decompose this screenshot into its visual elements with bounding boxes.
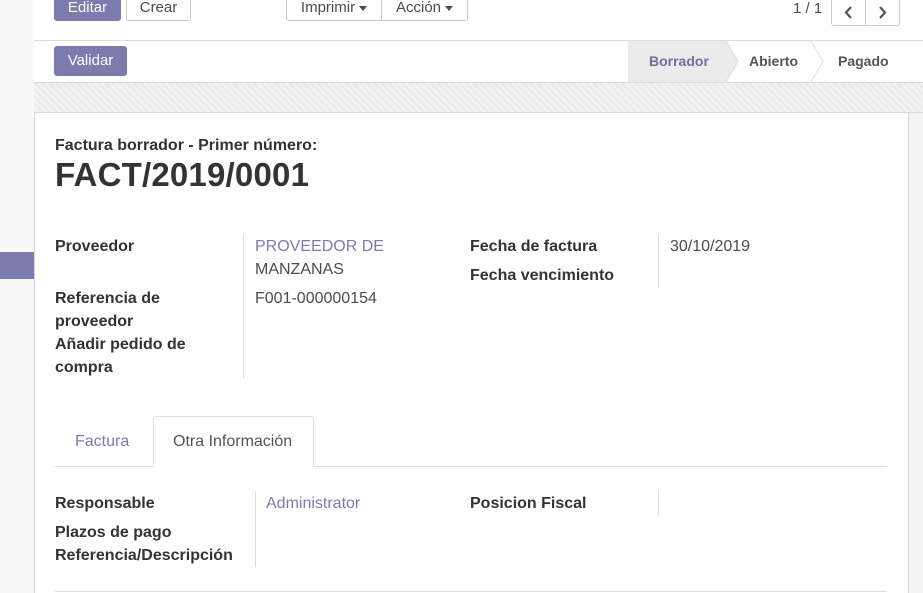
tab-factura[interactable]: Factura xyxy=(75,430,129,453)
pager-next-button[interactable] xyxy=(865,0,900,26)
pager-value[interactable]: 1 / 1 xyxy=(793,0,822,17)
control-panel: Editar Crear Imprimir Acción 1 / 1 xyxy=(34,0,923,41)
invoice-date-label: Fecha de factura xyxy=(470,238,598,255)
reference-description-label: Referencia/Descripción xyxy=(55,547,233,564)
stage-indicator: Borrador Abierto Pagado xyxy=(628,41,923,82)
stage-separator-icon xyxy=(726,41,739,82)
responsible-link[interactable]: Administrator xyxy=(266,492,360,515)
vendor-link[interactable]: PROVEEDOR DE xyxy=(255,235,384,258)
status-bar: Validar Borrador Abierto Pagado xyxy=(34,41,923,83)
chevron-right-icon xyxy=(879,6,887,19)
vendor-reference-label: Referencia de proveedor xyxy=(55,287,160,333)
caret-down-icon xyxy=(359,5,368,11)
print-dropdown-button[interactable]: Imprimir xyxy=(286,0,382,21)
chevron-left-icon xyxy=(844,6,852,19)
field-divider xyxy=(243,234,244,379)
add-purchase-order-label: Añadir pedido de compra xyxy=(55,333,186,379)
invoice-subtitle: Factura borrador - Primer número: xyxy=(55,137,318,154)
print-label: Imprimir xyxy=(300,0,356,16)
sheet-background xyxy=(34,83,923,113)
left-sidebar xyxy=(0,0,34,593)
action-label: Acción xyxy=(395,0,442,16)
section-divider xyxy=(55,591,887,592)
field-divider xyxy=(658,234,659,288)
payment-terms-label: Plazos de pago xyxy=(55,524,172,541)
tab-otra-informacion-label: Otra Información xyxy=(173,433,293,450)
vendor-reference-label-line2: proveedor xyxy=(55,313,134,330)
vendor-name-line1: PROVEEDOR DE xyxy=(255,238,384,255)
action-dropdown-button[interactable]: Acción xyxy=(381,0,468,21)
add-purchase-order-label-line2: compra xyxy=(55,359,113,376)
vendor-name-line2: MANZANAS xyxy=(255,261,344,278)
due-date-label: Fecha vencimiento xyxy=(470,267,615,284)
pager-previous-button[interactable] xyxy=(831,0,866,26)
field-divider xyxy=(658,491,659,516)
stage-borrador[interactable]: Borrador xyxy=(628,41,726,82)
validate-button[interactable]: Validar xyxy=(54,46,127,76)
edit-button[interactable]: Editar xyxy=(54,0,121,21)
field-divider xyxy=(255,491,256,567)
responsible-label: Responsable xyxy=(55,495,155,512)
right-gutter xyxy=(909,113,923,593)
vendor-label: Proveedor xyxy=(55,238,135,255)
create-button[interactable]: Crear xyxy=(126,0,191,21)
invoice-number: FACT/2019/0001 xyxy=(55,156,310,193)
tab-otra-informacion[interactable]: Otra Información xyxy=(153,416,314,467)
caret-down-icon xyxy=(445,5,454,11)
stage-abierto[interactable]: Abierto xyxy=(749,41,819,82)
sidebar-active-marker[interactable] xyxy=(0,252,34,279)
vendor-reference-value[interactable]: F001-000000154 xyxy=(255,287,377,310)
vendor-reference-label-line1: Referencia de xyxy=(55,290,160,307)
add-purchase-order-label-line1: Añadir pedido de xyxy=(55,336,186,353)
stage-separator-icon xyxy=(811,41,824,82)
stage-pagado[interactable]: Pagado xyxy=(838,41,908,82)
fiscal-position-label: Posicion Fiscal xyxy=(470,495,587,512)
invoice-date-value[interactable]: 30/10/2019 xyxy=(670,235,750,258)
